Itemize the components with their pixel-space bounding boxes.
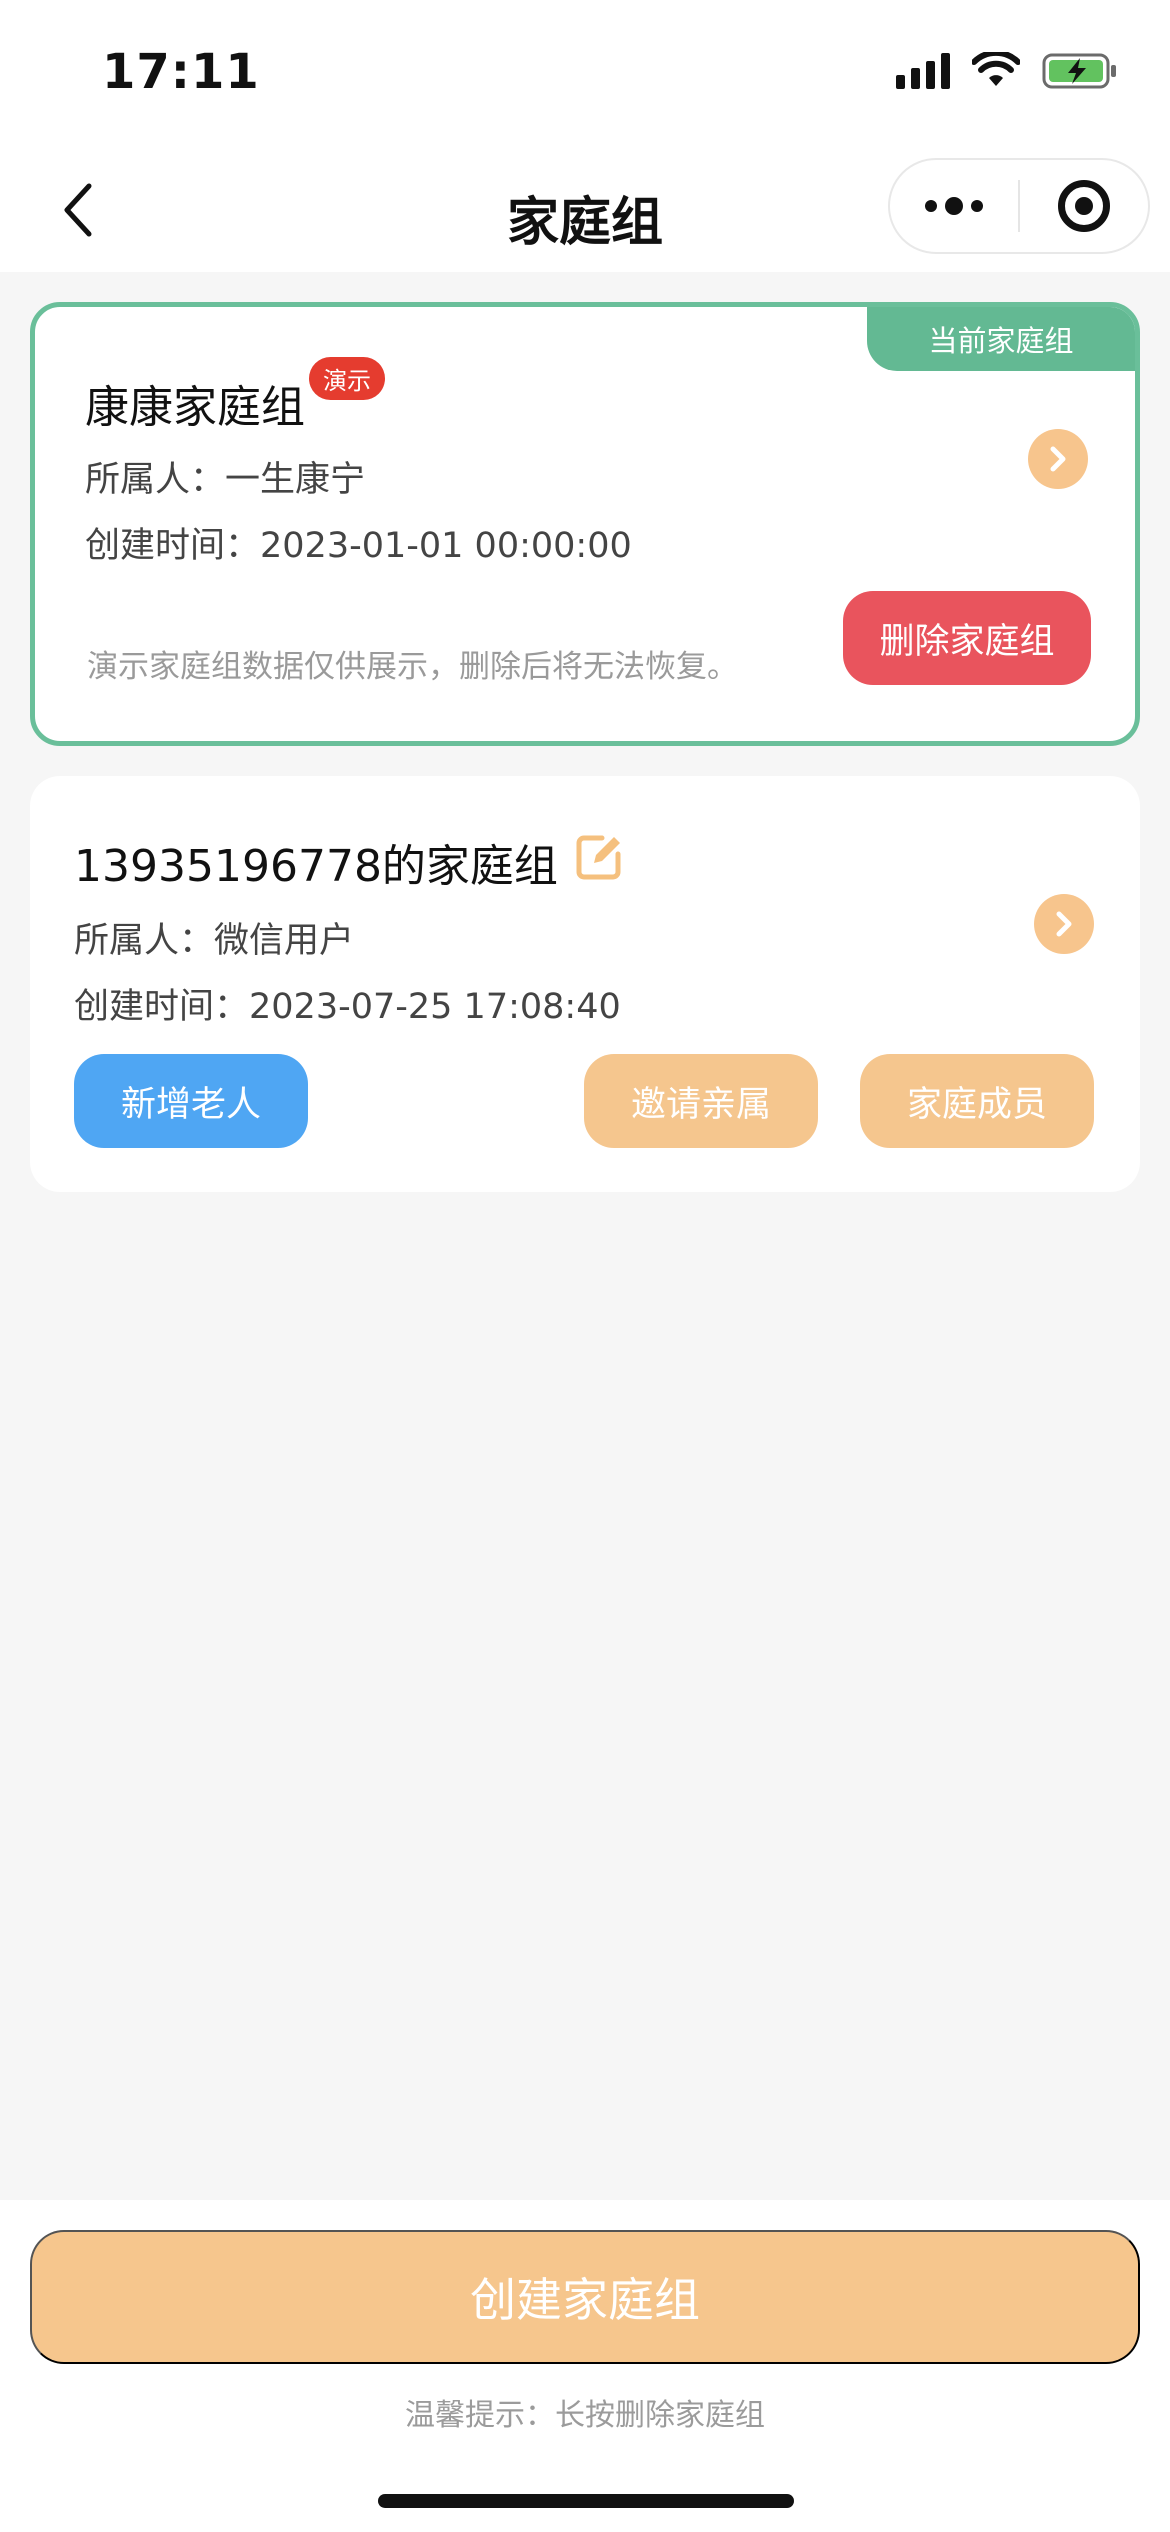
tip-text: 温馨提示：长按删除家庭组 — [405, 2398, 765, 2433]
create-group-button[interactable]: 创建家庭组 — [30, 2230, 1140, 2364]
owner-line: 所属人：一生康宁 — [85, 451, 365, 502]
current-group-tag: 当前家庭组 — [867, 307, 1135, 371]
chevron-right-icon — [1050, 446, 1066, 472]
bottom-bar: 创建家庭组 温馨提示：长按删除家庭组 — [0, 2200, 1170, 2532]
owner-label: 所属人： — [74, 921, 215, 961]
invite-relatives-button[interactable]: 邀请亲属 — [584, 1054, 818, 1148]
delete-group-button[interactable]: 删除家庭组 — [843, 591, 1091, 685]
created-value: 2023-01-01 00:00:00 — [260, 526, 632, 566]
group-name: 13935196778的家庭组 — [74, 841, 558, 892]
home-indicator — [378, 2494, 794, 2508]
mini-program-capsule — [888, 158, 1150, 254]
demo-badge: 演示 — [309, 357, 385, 400]
family-group-card[interactable]: 13935196778的家庭组 所属人：微信用户 创建时间：2023-07-25… — [30, 776, 1140, 1192]
chevron-right-icon — [1056, 911, 1072, 937]
add-elder-button[interactable]: 新增老人 — [74, 1054, 308, 1148]
battery-charging-icon — [1042, 53, 1116, 89]
more-dot-icon — [925, 200, 937, 212]
edit-icon[interactable] — [574, 832, 624, 882]
created-value: 2023-07-25 17:08:40 — [249, 987, 621, 1027]
owner-label: 所属人： — [85, 460, 226, 500]
family-group-card-current[interactable]: 当前家庭组 康康家庭组 演示 所属人：一生康宁 创建时间：2023-01-01 … — [30, 302, 1140, 746]
card-title-row: 康康家庭组 演示 — [85, 357, 385, 435]
owner-value: 一生康宁 — [225, 460, 366, 500]
close-mini-program-button[interactable] — [1020, 160, 1148, 252]
card-title-row: 13935196778的家庭组 — [74, 830, 624, 894]
owner-value: 微信用户 — [214, 921, 355, 961]
status-time: 17:11 — [102, 44, 260, 100]
nav-bar: 家庭组 — [0, 150, 1170, 272]
demo-note: 演示家庭组数据仅供展示，删除后将无法恢复。 — [87, 649, 738, 685]
group-detail-arrow[interactable] — [1028, 429, 1088, 489]
target-icon — [1057, 180, 1110, 232]
wifi-icon — [972, 52, 1020, 86]
more-dot-icon — [945, 197, 963, 215]
more-button[interactable] — [890, 160, 1018, 252]
cellular-signal-icon — [896, 53, 950, 89]
family-members-button[interactable]: 家庭成员 — [860, 1054, 1094, 1148]
created-line: 创建时间：2023-01-01 00:00:00 — [85, 517, 632, 568]
owner-line: 所属人：微信用户 — [74, 912, 354, 963]
created-line: 创建时间：2023-07-25 17:08:40 — [74, 978, 621, 1029]
created-label: 创建时间： — [85, 526, 261, 566]
status-icons — [896, 52, 1118, 90]
more-dot-icon — [971, 200, 983, 212]
group-detail-arrow[interactable] — [1034, 894, 1094, 954]
group-name: 康康家庭组 — [85, 382, 305, 433]
status-bar: 17:11 — [0, 0, 1170, 150]
created-label: 创建时间： — [74, 987, 250, 1027]
